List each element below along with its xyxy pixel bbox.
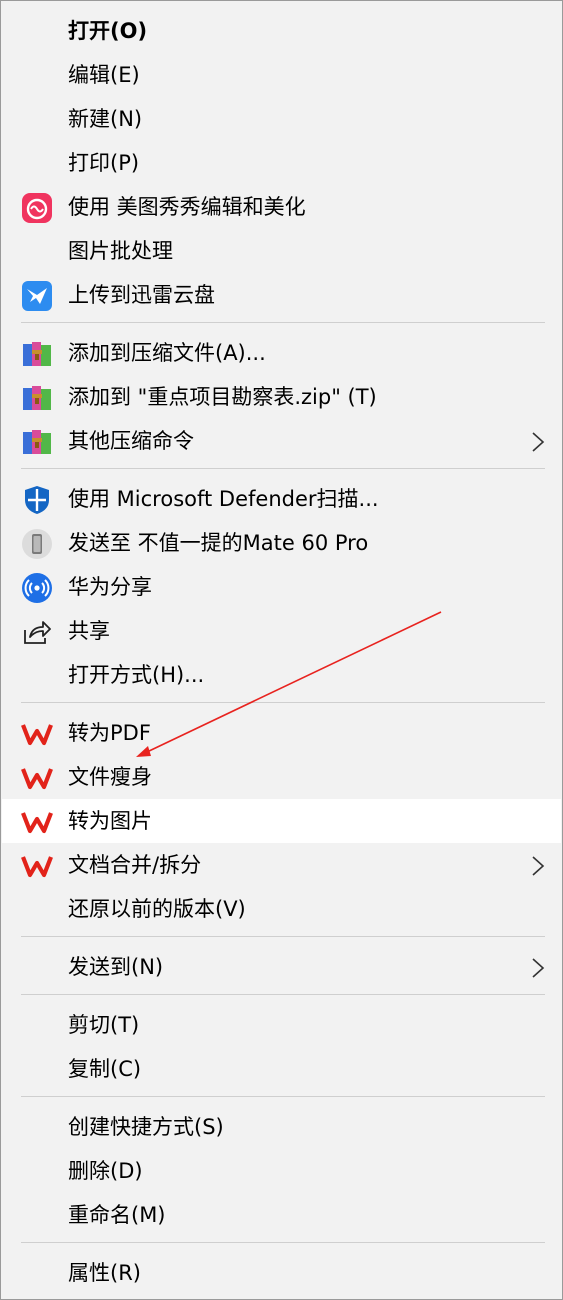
context-menu: 打开(O) 编辑(E) 新建(N) 打印(P) 使用 美图秀秀编辑和美化 图片批… bbox=[0, 0, 563, 1300]
menu-item-label: 转为图片 bbox=[68, 809, 152, 833]
menu-item-edit[interactable]: 编辑(E) bbox=[2, 53, 561, 97]
menu-item-label: 剪切(T) bbox=[68, 1013, 140, 1037]
menu-separator bbox=[21, 322, 545, 323]
menu-separator bbox=[21, 994, 545, 995]
huawei-share-icon bbox=[21, 572, 53, 604]
menu-item-label: 转为PDF bbox=[68, 721, 151, 745]
menu-item-add-to-archive[interactable]: 添加到压缩文件(A)... bbox=[2, 331, 561, 375]
menu-item-defender-scan[interactable]: 使用 Microsoft Defender扫描... bbox=[2, 477, 561, 521]
menu-item-label: 华为分享 bbox=[68, 575, 152, 599]
menu-item-meitu[interactable]: 使用 美图秀秀编辑和美化 bbox=[2, 185, 561, 229]
menu-item-label: 删除(D) bbox=[68, 1159, 143, 1183]
winrar-icon bbox=[21, 426, 53, 458]
menu-item-label: 打开(O) bbox=[68, 19, 148, 43]
menu-item-restore-versions[interactable]: 还原以前的版本(V) bbox=[2, 887, 561, 931]
menu-separator bbox=[21, 1242, 545, 1243]
defender-icon bbox=[21, 484, 53, 516]
menu-item-label: 复制(C) bbox=[68, 1057, 142, 1081]
menu-item-properties[interactable]: 属性(R) bbox=[2, 1251, 561, 1295]
menu-item-label: 属性(R) bbox=[68, 1261, 141, 1285]
share-icon bbox=[21, 616, 53, 648]
meitu-icon bbox=[21, 192, 53, 224]
menu-item-batch-image[interactable]: 图片批处理 bbox=[2, 229, 561, 273]
winrar-icon bbox=[21, 338, 53, 370]
menu-item-label: 创建快捷方式(S) bbox=[68, 1115, 224, 1139]
chevron-right-icon bbox=[532, 958, 545, 978]
winrar-icon bbox=[21, 382, 53, 414]
menu-item-label: 编辑(E) bbox=[68, 63, 140, 87]
menu-separator bbox=[21, 936, 545, 937]
menu-item-label: 打印(P) bbox=[68, 151, 140, 175]
wps-icon bbox=[21, 806, 53, 838]
menu-item-label: 打开方式(H)... bbox=[68, 663, 205, 687]
menu-item-cut[interactable]: 剪切(T) bbox=[2, 1003, 561, 1047]
menu-item-label: 添加到压缩文件(A)... bbox=[68, 341, 266, 365]
menu-item-new[interactable]: 新建(N) bbox=[2, 97, 561, 141]
menu-item-print[interactable]: 打印(P) bbox=[2, 141, 561, 185]
menu-item-rename[interactable]: 重命名(M) bbox=[2, 1193, 561, 1237]
wps-icon bbox=[21, 850, 53, 882]
wps-icon bbox=[21, 718, 53, 750]
menu-item-label: 添加到 "重点项目勘察表.zip" (T) bbox=[68, 385, 377, 409]
menu-item-label: 还原以前的版本(V) bbox=[68, 897, 246, 921]
chevron-right-icon bbox=[532, 856, 545, 876]
menu-item-file-slim[interactable]: 文件瘦身 bbox=[2, 755, 561, 799]
menu-item-label: 发送至 不值一提的Mate 60 Pro bbox=[68, 531, 369, 555]
menu-item-merge-split[interactable]: 文档合并/拆分 bbox=[2, 843, 561, 887]
menu-item-xunlei-upload[interactable]: 上传到迅雷云盘 bbox=[2, 273, 561, 317]
xunlei-icon bbox=[21, 280, 53, 312]
menu-separator bbox=[21, 702, 545, 703]
menu-item-delete[interactable]: 删除(D) bbox=[2, 1149, 561, 1193]
menu-item-label: 文档合并/拆分 bbox=[68, 853, 202, 877]
menu-item-label: 重命名(M) bbox=[68, 1203, 166, 1227]
menu-item-share[interactable]: 共享 bbox=[2, 609, 561, 653]
menu-separator bbox=[21, 1096, 545, 1097]
chevron-right-icon bbox=[532, 432, 545, 452]
menu-separator bbox=[21, 468, 545, 469]
wps-icon bbox=[21, 762, 53, 794]
menu-item-huawei-share[interactable]: 华为分享 bbox=[2, 565, 561, 609]
menu-item-label: 图片批处理 bbox=[68, 239, 173, 263]
menu-item-copy[interactable]: 复制(C) bbox=[2, 1047, 561, 1091]
menu-item-label: 文件瘦身 bbox=[68, 765, 152, 789]
menu-item-label: 发送到(N) bbox=[68, 955, 164, 979]
menu-item-open[interactable]: 打开(O) bbox=[2, 9, 561, 53]
menu-item-label: 新建(N) bbox=[68, 107, 143, 131]
menu-item-other-compress[interactable]: 其他压缩命令 bbox=[2, 419, 561, 463]
menu-item-label: 其他压缩命令 bbox=[68, 429, 194, 453]
menu-item-label: 使用 Microsoft Defender扫描... bbox=[68, 487, 379, 511]
menu-item-send-to-phone[interactable]: 发送至 不值一提的Mate 60 Pro bbox=[2, 521, 561, 565]
menu-item-label: 上传到迅雷云盘 bbox=[68, 283, 215, 307]
menu-item-label: 使用 美图秀秀编辑和美化 bbox=[68, 195, 306, 219]
menu-item-send-to[interactable]: 发送到(N) bbox=[2, 945, 561, 989]
menu-item-open-with[interactable]: 打开方式(H)... bbox=[2, 653, 561, 697]
menu-item-label: 共享 bbox=[68, 619, 110, 643]
menu-item-add-to-zip[interactable]: 添加到 "重点项目勘察表.zip" (T) bbox=[2, 375, 561, 419]
menu-item-convert-image[interactable]: 转为图片 bbox=[2, 799, 561, 843]
menu-item-convert-pdf[interactable]: 转为PDF bbox=[2, 711, 561, 755]
phone-icon bbox=[21, 528, 53, 560]
menu-item-create-shortcut[interactable]: 创建快捷方式(S) bbox=[2, 1105, 561, 1149]
